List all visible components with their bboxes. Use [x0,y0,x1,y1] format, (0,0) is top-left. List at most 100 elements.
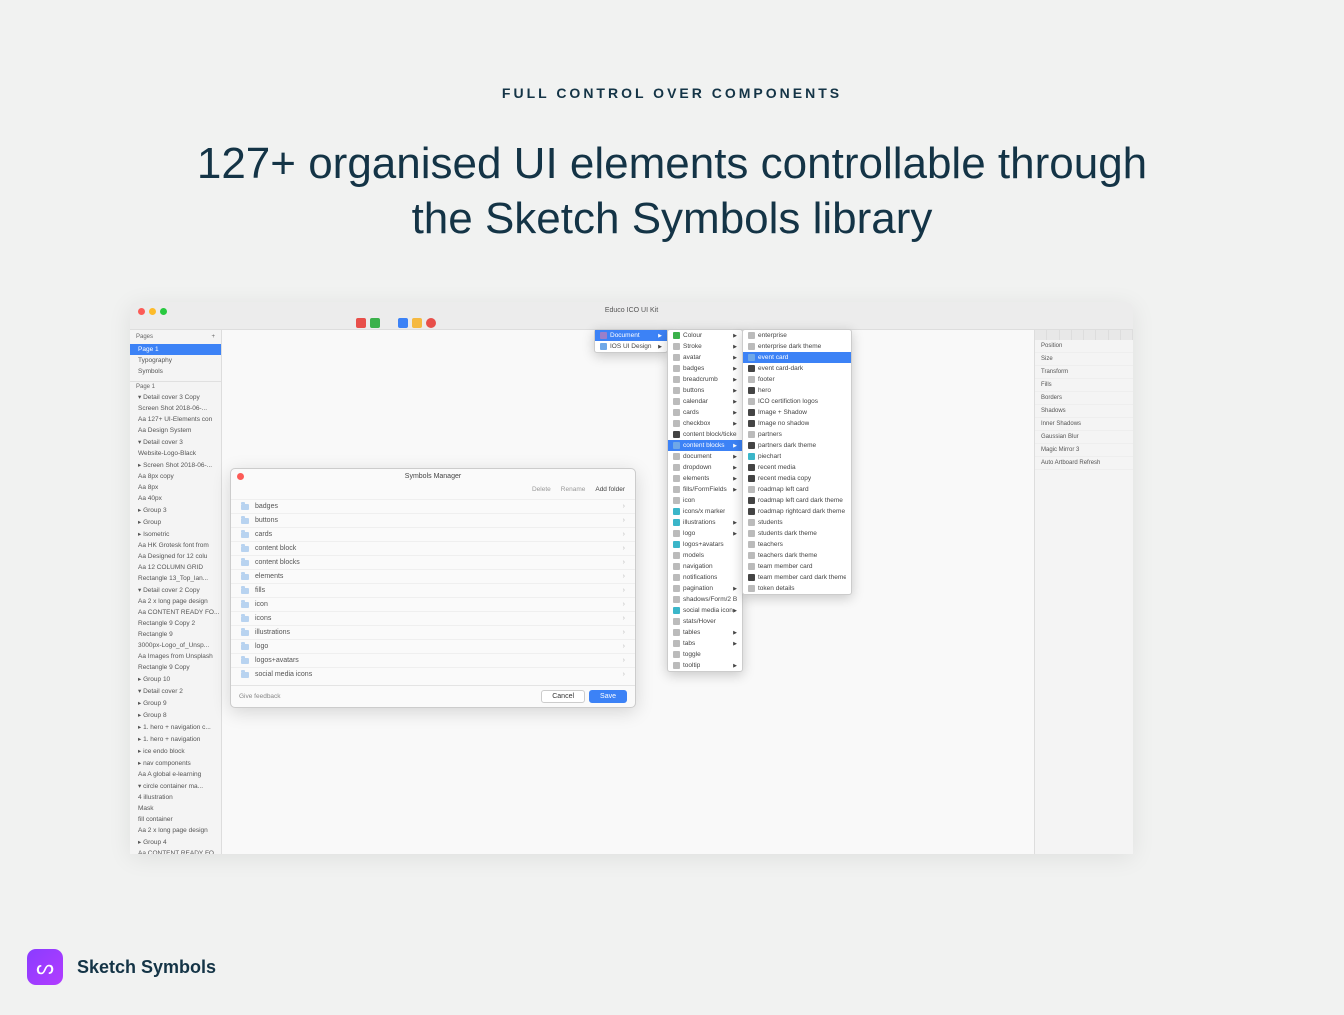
inspector-row[interactable]: Fills [1035,379,1133,392]
menu-item[interactable]: breadcrumb▶ [668,374,742,385]
layer-item[interactable]: Rectangle 13_Top_lan... [130,573,221,584]
inspector-row[interactable]: Borders [1035,392,1133,405]
menu-item[interactable]: illustrations▶ [668,517,742,528]
menu-item[interactable]: enterprise dark theme [743,341,851,352]
menu-item[interactable]: recent media copy [743,473,851,484]
menu-item[interactable]: calendar▶ [668,396,742,407]
menu-item[interactable]: cards▶ [668,407,742,418]
menu-item[interactable]: icons/x marker [668,506,742,517]
rename-action[interactable]: Rename [561,486,586,493]
menu-item[interactable]: avatar▶ [668,352,742,363]
layer-item[interactable]: ▾ Detail cover 2 [130,685,221,697]
menu-item[interactable]: notifications [668,572,742,583]
menu-item[interactable]: fills/FormFields▶ [668,484,742,495]
inspector-row[interactable]: Size [1035,353,1133,366]
menu-item[interactable]: pagination▶ [668,583,742,594]
inspector-row[interactable]: Magic Mirror 3 [1035,444,1133,457]
layer-item[interactable]: fill container [130,814,221,825]
layer-item[interactable]: 4 illustration [130,792,221,803]
layer-item[interactable]: Aa 127+ UI-Elements con [130,414,221,425]
folder-item[interactable]: social media icons› [231,667,635,681]
menu-item[interactable]: piechart [743,451,851,462]
layer-item[interactable]: Website-Logo-Black [130,448,221,459]
layer-item[interactable]: Aa 8px [130,482,221,493]
menu-item[interactable]: team member card [743,561,851,572]
layer-item[interactable]: 3000px-Logo_of_Unsp... [130,640,221,651]
page-item[interactable]: Typography [130,355,221,366]
layer-item[interactable]: ▾ Detail cover 3 [130,436,221,448]
give-feedback-link[interactable]: Give feedback [239,693,281,700]
insert-menu-3[interactable]: enterpriseenterprise dark themeevent car… [742,329,852,595]
layer-item[interactable]: Aa 8px copy [130,471,221,482]
inspector-tabs[interactable] [1035,330,1133,340]
insert-menu-1[interactable]: Document▶IOS UI Design▶ [594,329,668,353]
menu-item[interactable]: Stroke▶ [668,341,742,352]
inspector-row[interactable]: Shadows [1035,405,1133,418]
layer-item[interactable]: Aa 2 x long page design [130,596,221,607]
dialog-close-icon[interactable] [237,473,244,480]
layer-item[interactable]: ▾ Detail cover 3 Copy [130,391,221,403]
menu-item[interactable]: logo▶ [668,528,742,539]
menu-item[interactable]: document▶ [668,451,742,462]
inspector-row[interactable]: Transform [1035,366,1133,379]
add-page-icon[interactable]: + [211,334,215,340]
menu-item[interactable]: Image no shadow [743,418,851,429]
folder-item[interactable]: content blocks› [231,555,635,569]
menu-item[interactable]: Image + Shadow [743,407,851,418]
menu-item[interactable]: content blocks▶ [668,440,742,451]
layer-item[interactable]: Aa 12 COLUMN GRID [130,562,221,573]
menu-item[interactable]: ICO certifiction logos [743,396,851,407]
inspector-row[interactable]: Inner Shadows [1035,418,1133,431]
folder-item[interactable]: fills› [231,583,635,597]
oval-icon[interactable] [426,318,436,328]
layer-item[interactable]: Rectangle 9 [130,629,221,640]
menu-item[interactable]: tooltip▶ [668,660,742,671]
cancel-button[interactable]: Cancel [541,690,585,703]
layer-item[interactable]: Aa CONTENT READY FO... [130,607,221,618]
folder-item[interactable]: logos+avatars› [231,653,635,667]
layer-item[interactable]: ▸ Group 9 [130,697,221,709]
layer-item[interactable]: ▸ Group [130,516,221,528]
page-item[interactable]: Page 1 [130,344,221,355]
layer-item[interactable]: Aa Designed for 12 colu [130,551,221,562]
menu-item[interactable]: navigation [668,561,742,572]
rectangle-icon[interactable] [398,318,408,328]
menu-item[interactable]: tables▶ [668,627,742,638]
menu-item[interactable]: stats/Hover [668,616,742,627]
menu-item[interactable]: partners [743,429,851,440]
layer-item[interactable]: Mask [130,803,221,814]
add-folder-action[interactable]: Add folder [595,486,625,493]
menu-item[interactable]: event card-dark [743,363,851,374]
folder-item[interactable]: elements› [231,569,635,583]
menu-item[interactable]: roadmap rightcard dark theme [743,506,851,517]
menu-item[interactable]: buttons▶ [668,385,742,396]
menu-item[interactable]: enterprise [743,330,851,341]
menu-item[interactable]: event card [743,352,851,363]
menu-item[interactable]: badges▶ [668,363,742,374]
layer-item[interactable]: Aa Images from Unsplash [130,651,221,662]
rounded-icon[interactable] [412,318,422,328]
menu-item[interactable]: logos+avatars [668,539,742,550]
menu-item[interactable]: IOS UI Design▶ [595,341,667,352]
layer-item[interactable]: Rectangle 9 Copy [130,662,221,673]
layer-item[interactable]: ▾ circle container ma... [130,780,221,792]
layer-item[interactable]: ▸ Group 10 [130,673,221,685]
layer-item[interactable]: Aa HK Grotesk font from [130,540,221,551]
artboard-icon[interactable] [356,318,366,328]
layer-item[interactable]: ▸ 1. hero + navigation c... [130,721,221,733]
folder-item[interactable]: illustrations› [231,625,635,639]
layer-item[interactable]: Aa 40px [130,493,221,504]
menu-item[interactable]: token details [743,583,851,594]
menu-item[interactable]: models [668,550,742,561]
vector-icon[interactable] [384,318,394,328]
menu-item[interactable]: dropdown▶ [668,462,742,473]
layer-item[interactable]: ▾ Detail cover 2 Copy [130,584,221,596]
delete-action[interactable]: Delete [532,486,551,493]
layer-item[interactable]: ▸ Group 3 [130,504,221,516]
menu-item[interactable]: social media icons▶ [668,605,742,616]
folder-item[interactable]: icon› [231,597,635,611]
page-item[interactable]: Symbols [130,366,221,377]
menu-item[interactable]: icon [668,495,742,506]
menu-item[interactable]: toggle [668,649,742,660]
folder-item[interactable]: logo› [231,639,635,653]
